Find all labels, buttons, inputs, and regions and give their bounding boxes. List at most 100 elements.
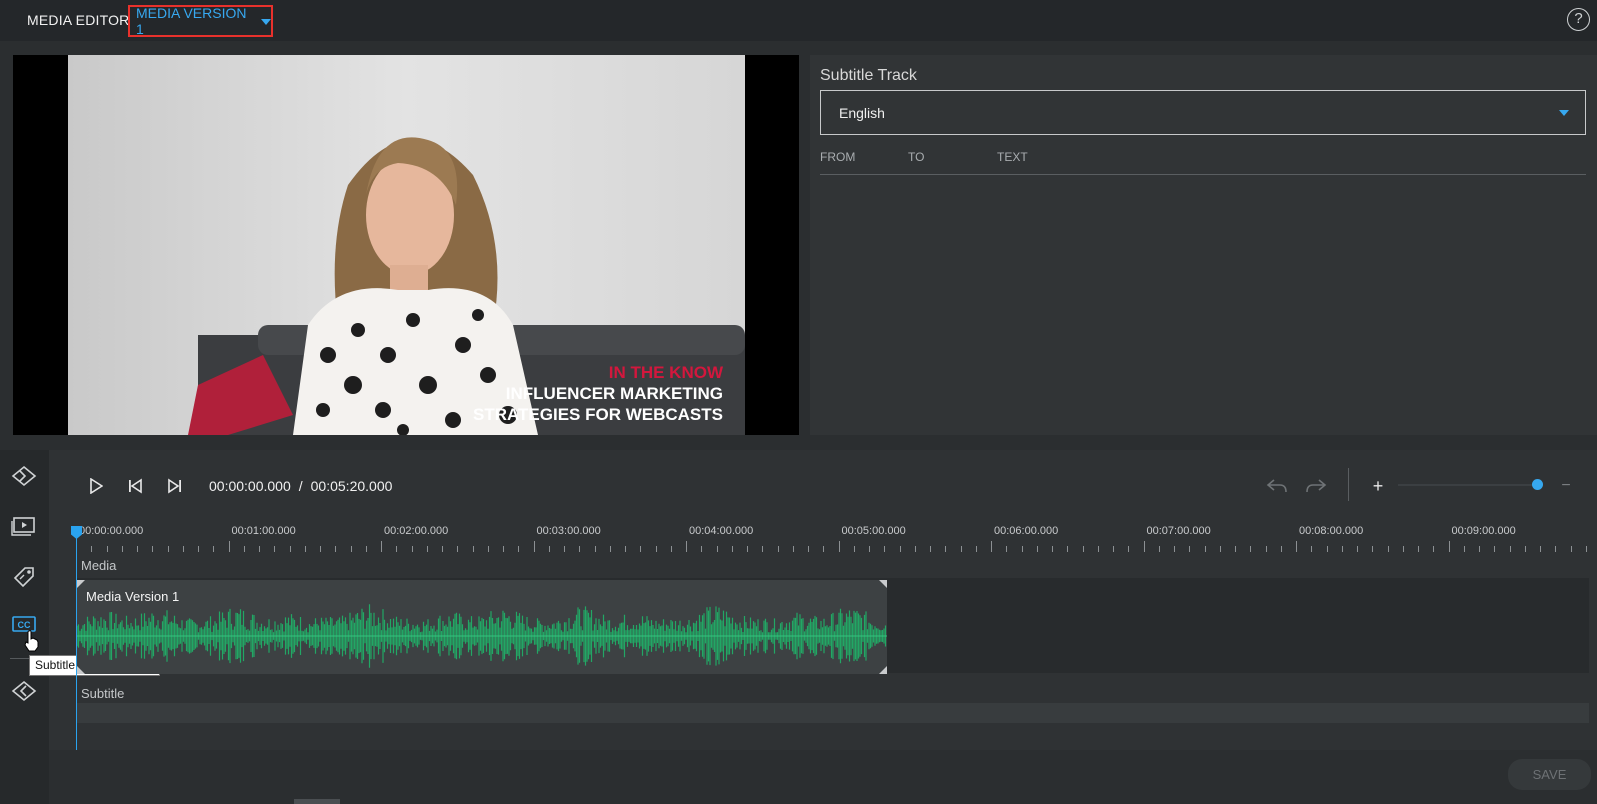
zoom-slider[interactable] bbox=[1398, 484, 1541, 486]
clip-trim-start-handle[interactable] bbox=[77, 580, 85, 588]
language-dropdown[interactable]: English bbox=[820, 90, 1586, 135]
ruler-tick bbox=[426, 546, 428, 552]
media-clip[interactable]: Media Version 1 bbox=[77, 580, 887, 674]
ruler-tick bbox=[777, 546, 779, 552]
overlay-title-line2: STRATEGIES FOR WEBCASTS bbox=[473, 405, 723, 424]
ruler-tick bbox=[792, 546, 794, 552]
overlay-title-line1: INFLUENCER MARKETING bbox=[505, 384, 723, 403]
subtitle-track-title: Subtitle Track bbox=[820, 67, 917, 84]
ruler-label: 00:00:00.000 bbox=[79, 525, 144, 537]
ruler-tick bbox=[457, 546, 459, 552]
ruler-tick bbox=[1158, 546, 1160, 552]
ruler-tick bbox=[503, 546, 504, 552]
horizontal-scrollbar-thumb[interactable] bbox=[294, 799, 340, 804]
ruler-tick bbox=[243, 546, 245, 552]
ruler-tick bbox=[640, 546, 642, 552]
ruler-tick bbox=[747, 546, 748, 552]
ruler-label: 00:04:00.000 bbox=[689, 525, 754, 537]
subtitle-track-lane[interactable] bbox=[77, 703, 1589, 723]
ruler-tick bbox=[625, 546, 626, 552]
current-time: 00:00:00.000 bbox=[209, 478, 291, 494]
video-frame-image: IN THE KNOW INFLUENCER MARKETING STRATEG… bbox=[68, 55, 745, 435]
ruler-tick bbox=[762, 546, 764, 552]
media-mode-icon[interactable] bbox=[10, 512, 38, 540]
ruler-tick bbox=[411, 546, 413, 552]
ruler-tick bbox=[1540, 546, 1541, 552]
help-icon[interactable]: ? bbox=[1567, 8, 1590, 31]
ruler-label: 00:05:00.000 bbox=[841, 525, 906, 537]
ruler-tick bbox=[594, 546, 596, 552]
column-to[interactable]: TO bbox=[908, 150, 924, 164]
ruler-label: 00:03:00.000 bbox=[536, 525, 601, 537]
time-separator: / bbox=[298, 478, 303, 494]
ruler-ticks bbox=[76, 540, 1588, 552]
zoom-in-button[interactable]: + bbox=[1366, 474, 1390, 498]
ruler-tick bbox=[1372, 546, 1374, 552]
ruler-tick bbox=[1143, 541, 1145, 552]
save-button[interactable]: SAVE bbox=[1508, 759, 1591, 790]
ruler-tick bbox=[1280, 546, 1282, 552]
column-text[interactable]: TEXT bbox=[997, 150, 1028, 164]
footer-bar bbox=[49, 750, 1597, 804]
toolbar-divider bbox=[1348, 468, 1349, 501]
trim-mode-icon[interactable] bbox=[10, 462, 38, 490]
chapter-mode-icon[interactable] bbox=[10, 562, 38, 590]
skip-to-end-button[interactable] bbox=[163, 474, 187, 498]
ruler-tick bbox=[259, 546, 260, 552]
ruler-tick bbox=[1235, 546, 1236, 552]
exit-mode-icon[interactable] bbox=[10, 677, 38, 705]
media-editor-app: MEDIA EDITOR MEDIA VERSION 1 ? IN THE KN… bbox=[0, 0, 1597, 804]
ruler-tick bbox=[365, 546, 367, 552]
ruler-tick bbox=[533, 541, 535, 552]
playhead-line bbox=[76, 530, 77, 750]
ruler-label: 00:07:00.000 bbox=[1146, 525, 1211, 537]
ruler-tick bbox=[655, 546, 657, 552]
ruler-tick bbox=[701, 546, 703, 552]
ruler-tick bbox=[1570, 546, 1572, 552]
ruler-tick bbox=[930, 546, 931, 552]
ruler-tick bbox=[1113, 546, 1114, 552]
clip-trim-end-handle[interactable] bbox=[879, 580, 887, 588]
ruler-tick bbox=[1082, 546, 1084, 552]
zoom-out-button[interactable]: − bbox=[1554, 474, 1578, 498]
ruler-tick bbox=[579, 546, 581, 552]
ruler-tick bbox=[350, 546, 352, 552]
ruler-tick bbox=[381, 541, 382, 552]
ruler-tick bbox=[1036, 546, 1038, 552]
skip-to-start-button[interactable] bbox=[123, 474, 147, 498]
ruler-tick bbox=[1067, 546, 1069, 552]
ruler-tick bbox=[274, 546, 276, 552]
ruler-tick bbox=[1463, 546, 1465, 552]
ruler-tick bbox=[487, 546, 489, 552]
ruler-tick bbox=[1250, 546, 1252, 552]
ruler-tick bbox=[1204, 546, 1206, 552]
ruler-tick bbox=[884, 546, 886, 552]
ruler-tick bbox=[686, 541, 687, 552]
ruler-tick bbox=[1555, 546, 1557, 552]
ruler-tick bbox=[1052, 546, 1053, 552]
ruler-tick bbox=[975, 546, 977, 552]
ruler-tick bbox=[1494, 546, 1496, 552]
ruler-tick bbox=[960, 546, 962, 552]
ruler-tick bbox=[213, 546, 215, 552]
media-version-dropdown[interactable]: MEDIA VERSION 1 bbox=[128, 5, 273, 37]
column-from[interactable]: FROM bbox=[820, 150, 855, 164]
undo-button[interactable] bbox=[1265, 474, 1289, 498]
subtitle-track-panel: Subtitle Track English FROM TO TEXT bbox=[810, 55, 1597, 435]
skip-end-icon bbox=[168, 478, 181, 494]
timecode-display: 00:00:00.000 / 00:05:20.000 bbox=[209, 478, 392, 494]
undo-icon bbox=[1266, 479, 1287, 493]
video-player[interactable]: IN THE KNOW INFLUENCER MARKETING STRATEG… bbox=[13, 55, 799, 435]
ruler-tick bbox=[1174, 546, 1175, 552]
ruler-tick bbox=[472, 546, 474, 552]
table-divider bbox=[820, 174, 1586, 175]
ruler-tick bbox=[121, 546, 123, 552]
play-button[interactable] bbox=[84, 474, 108, 498]
ruler-tick bbox=[1219, 546, 1221, 552]
media-track-label: Media bbox=[81, 558, 117, 573]
ruler-tick bbox=[1128, 546, 1130, 552]
redo-button[interactable] bbox=[1304, 474, 1328, 498]
ruler-tick bbox=[304, 546, 306, 552]
ruler-tick bbox=[564, 546, 565, 552]
ruler-tick bbox=[838, 541, 840, 552]
